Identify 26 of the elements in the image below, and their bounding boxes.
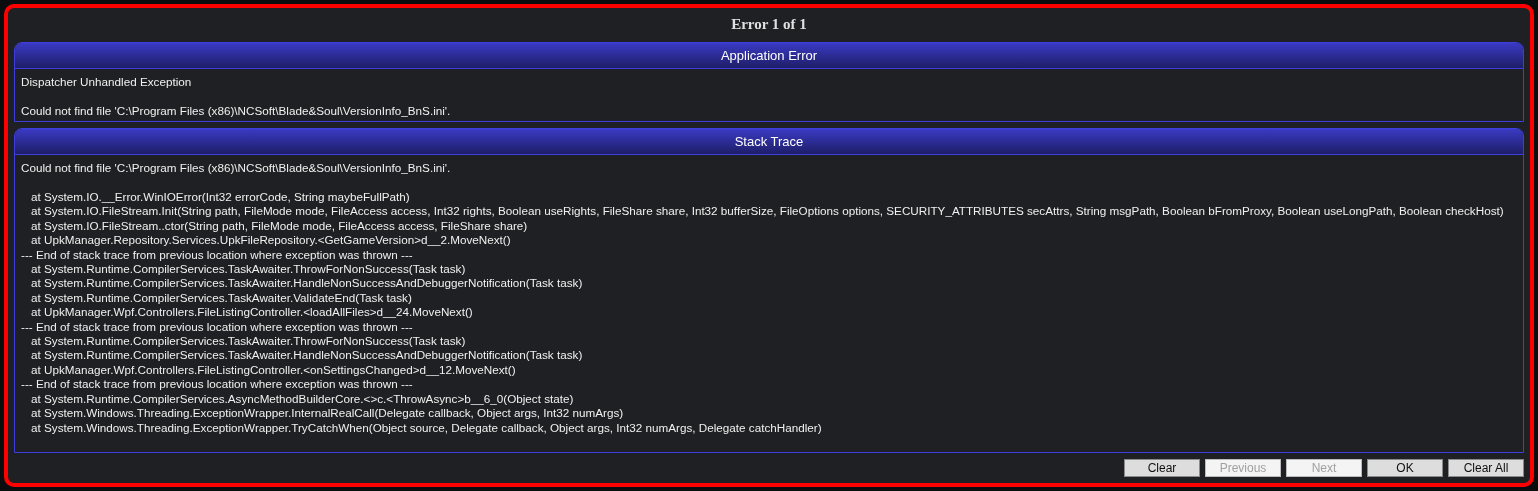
error-message: Could not find file 'C:\Program Files (x86)\NCSoft\Blade&Soul\VersionInfo_BnS.ini'. [21,103,452,119]
dialog-title: Error 1 of 1 [730,15,808,34]
stack-frame: at UpkManager.Repository.Services.UpkFileRepository.<GetGameVersion>d__2.MoveNext() [21,233,1517,248]
error-message: Dispatcher Unhandled Exception [21,75,193,90]
stack-frame: at System.IO.FileStream.Init(String path, FileMode mode, FileAccess access, Int32 rights, Boolean useRights, FileShare share, Int32 bufferSize, FileOptions options, SECURITY_ATTRIBUTES secAttrs, String msgPath, Boolean bFromProxy, Boolean useLongPath, Boolean checkHost) [21,204,1517,219]
stack-frame: at System.Runtime.CompilerServices.TaskAwaiter.HandleNonSuccessAndDebuggerNotification(Task task) [21,276,1517,291]
stack-separator: --- End of stack trace from previous location where exception was thrown --- [21,247,414,263]
stack-frame: at System.IO.FileStream..ctor(String path, FileMode mode, FileAccess access, FileShare share) [21,218,1517,234]
stack-frame: at System.Runtime.CompilerServices.TaskAwaiter.HandleNonSuccessAndDebuggerNotification(Task task) [21,348,1517,363]
dialog-button[interactable]: OK [1367,459,1443,477]
dialog-button[interactable]: Clear All [1448,459,1524,477]
panel-header: Application Error [15,43,1523,69]
stack-frame: at System.Windows.Threading.ExceptionWrapper.TryCatchWhen(Object source, Delegate callback, Object args, Int32 numArgs, Delegate catchHandler) [21,420,1517,435]
stack-frame: at UpkManager.Wpf.Controllers.FileListingController.<loadAllFiles>d__24.MoveNext() [21,305,1517,320]
stack-separator: --- End of stack trace from previous location where exception was thrown --- [21,319,414,335]
error-message: Could not find file 'C:\Program Files (x86)\NCSoft\Blade&Soul\VersionInfo_BnS.ini'. [21,161,452,176]
stack-separator: --- End of stack trace from previous location where exception was thrown --- [21,377,414,392]
stack-frame: at System.Runtime.CompilerServices.TaskAwaiter.ThrowForNonSuccess(Task task) [21,262,1517,277]
stack-frame: at System.Runtime.CompilerServices.AsyncMethodBuilderCore.<>c.<ThrowAsync>b__6_0(Object state) [21,391,1517,407]
panel-header: Stack Trace [15,129,1523,156]
stack-frame: at System.Runtime.CompilerServices.TaskAwaiter.ThrowForNonSuccess(Task task) [21,334,1517,349]
stack-frame: at System.Windows.Threading.ExceptionWrapper.InternalRealCall(Delegate callback, Object args, Int32 numArgs) [21,406,1517,421]
dialog-button[interactable]: Clear [1124,459,1200,477]
stack-frame: at System.IO.__Error.WinIOError(Int32 errorCode, String maybeFullPath) [21,190,1517,205]
stack-frame: at UpkManager.Wpf.Controllers.FileListingController.<onSettingsChanged>d__12.MoveNext() [21,362,1517,378]
stack-frame: at System.Runtime.CompilerServices.TaskAwaiter.ValidateEnd(Task task) [21,290,1517,306]
